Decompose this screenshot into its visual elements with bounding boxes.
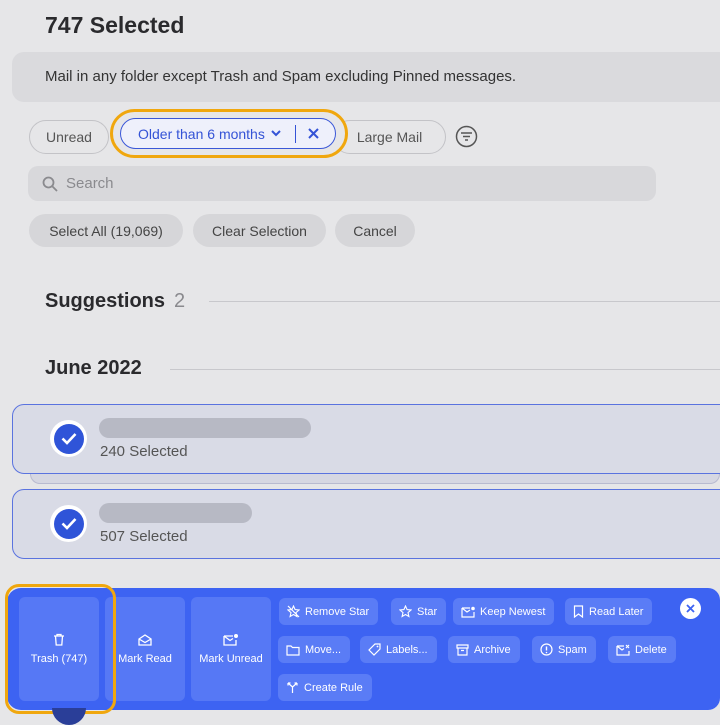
star-button[interactable]: Star bbox=[391, 598, 447, 625]
avatar bbox=[52, 708, 86, 725]
checkmark-icon bbox=[61, 433, 76, 445]
section-divider bbox=[170, 369, 720, 370]
star-slash-icon bbox=[287, 605, 300, 618]
suggestions-count: 2 bbox=[174, 290, 186, 312]
active-filter-highlight: Older than 6 months bbox=[110, 109, 348, 158]
select-all-button[interactable]: Select All (19,069) bbox=[29, 214, 183, 247]
folder-icon bbox=[286, 644, 300, 656]
keep-newest-button[interactable]: Keep Newest bbox=[453, 598, 555, 625]
cancel-button[interactable]: Cancel bbox=[335, 214, 415, 247]
labels-button[interactable]: Labels... bbox=[360, 636, 437, 663]
move-button[interactable]: Move... bbox=[278, 636, 351, 663]
month-header: June 2022 bbox=[45, 357, 142, 380]
suggestions-header: Suggestions 2 bbox=[45, 290, 185, 313]
suggestions-label: Suggestions bbox=[45, 290, 166, 312]
filter-unread-chip[interactable]: Unread bbox=[29, 120, 109, 154]
trash-button-highlight bbox=[5, 584, 116, 714]
clear-filter-icon[interactable] bbox=[308, 126, 319, 142]
delete-button[interactable]: Delete bbox=[608, 636, 676, 663]
envelope-dot-icon bbox=[223, 634, 238, 646]
archive-button[interactable]: Archive bbox=[448, 636, 520, 663]
month-label: June 2022 bbox=[45, 357, 142, 379]
page-title: 747 Selected bbox=[45, 12, 185, 38]
envelope-x-icon bbox=[616, 644, 630, 656]
mark-read-button[interactable]: Mark Read bbox=[105, 597, 185, 701]
mark-unread-button[interactable]: Mark Unread bbox=[191, 597, 271, 701]
spam-label: Spam bbox=[558, 643, 587, 656]
archive-label: Archive bbox=[474, 643, 511, 656]
envelope-open-icon bbox=[138, 633, 152, 646]
delete-label: Delete bbox=[635, 643, 667, 656]
clear-selection-button[interactable]: Clear Selection bbox=[193, 214, 326, 247]
keep-newest-label: Keep Newest bbox=[480, 605, 546, 618]
divider bbox=[294, 124, 296, 143]
sender-group-card[interactable]: 240 Selected bbox=[12, 404, 720, 474]
remove-star-label: Remove Star bbox=[305, 605, 370, 618]
section-divider bbox=[209, 301, 720, 302]
read-later-label: Read Later bbox=[589, 605, 644, 618]
stack-shadow bbox=[30, 474, 720, 484]
labels-label: Labels... bbox=[386, 643, 428, 656]
scope-description: Mail in any folder except Trash and Spam… bbox=[12, 52, 720, 102]
sender-placeholder bbox=[99, 503, 252, 523]
search-placeholder: Search bbox=[66, 175, 114, 192]
group-selected-count: 240 Selected bbox=[100, 443, 188, 460]
checkbox[interactable] bbox=[50, 420, 87, 457]
envelope-keep-icon bbox=[461, 606, 475, 618]
filter-age-label: Older than 6 months bbox=[138, 125, 265, 142]
bookmark-icon bbox=[573, 605, 584, 618]
remove-star-button[interactable]: Remove Star bbox=[279, 598, 379, 625]
filter-options-icon[interactable] bbox=[455, 125, 478, 148]
close-toolbar-button[interactable] bbox=[680, 598, 701, 619]
close-icon bbox=[686, 604, 695, 613]
search-input[interactable]: Search bbox=[28, 166, 656, 201]
search-icon bbox=[42, 176, 58, 192]
exclamation-circle-icon bbox=[540, 643, 553, 656]
archive-icon bbox=[456, 643, 469, 656]
create-rule-label: Create Rule bbox=[304, 681, 363, 694]
read-later-button[interactable]: Read Later bbox=[565, 598, 653, 625]
star-icon bbox=[399, 605, 412, 618]
move-label: Move... bbox=[305, 643, 342, 656]
filter-large-mail-chip[interactable]: Large Mail bbox=[333, 120, 446, 154]
create-rule-button[interactable]: Create Rule bbox=[278, 674, 372, 701]
sender-placeholder bbox=[99, 418, 311, 438]
star-label: Star bbox=[417, 605, 438, 618]
chevron-down-icon[interactable] bbox=[271, 128, 281, 140]
spam-button[interactable]: Spam bbox=[532, 636, 596, 663]
filter-age-chip[interactable]: Older than 6 months bbox=[120, 118, 336, 149]
mark-unread-label: Mark Unread bbox=[199, 653, 263, 665]
mark-read-label: Mark Read bbox=[118, 652, 172, 665]
sender-group-card[interactable]: 507 Selected bbox=[12, 489, 720, 559]
checkmark-icon bbox=[61, 518, 76, 530]
split-arrows-icon bbox=[287, 682, 298, 693]
checkbox[interactable] bbox=[50, 505, 87, 542]
tag-icon bbox=[368, 643, 381, 656]
group-selected-count: 507 Selected bbox=[100, 528, 188, 545]
